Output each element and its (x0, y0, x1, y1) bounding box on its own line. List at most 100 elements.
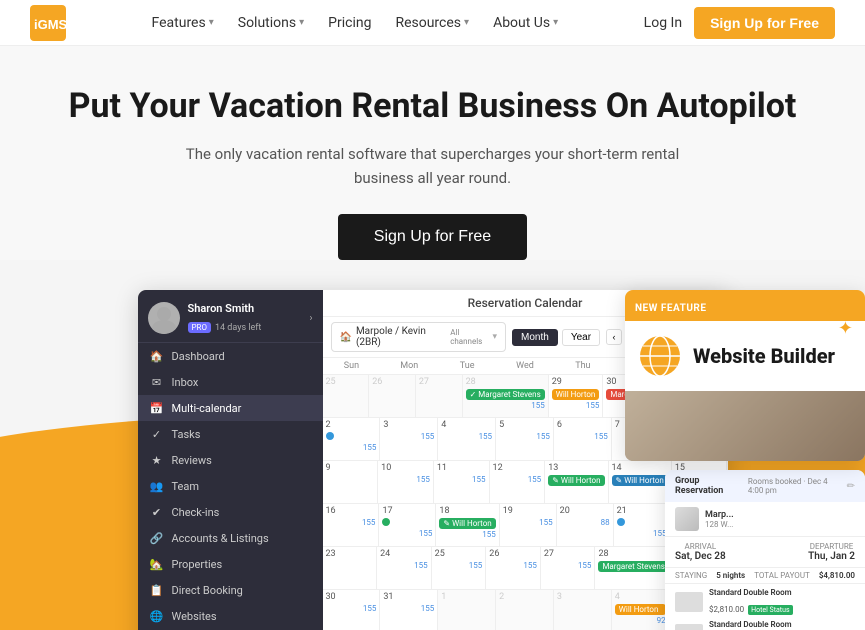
table-row[interactable]: 25 (323, 375, 370, 417)
event-bar[interactable]: Will Horton (615, 604, 666, 615)
table-row[interactable]: 2 (496, 590, 554, 630)
table-row[interactable]: 27 (416, 375, 463, 417)
chevron-right-icon: › (309, 313, 312, 324)
room-image (675, 592, 703, 612)
table-row[interactable]: 23 (323, 547, 378, 589)
table-row[interactable]: 3155 (380, 418, 438, 460)
table-row[interactable]: 4 Will Horton 92 (612, 590, 670, 630)
table-row[interactable]: 14 ✎ Will Horton (609, 461, 672, 503)
table-row[interactable]: 2 155 (323, 418, 381, 460)
event-bar[interactable]: Margaret Stevens (598, 561, 668, 572)
table-row[interactable]: 2088 (557, 504, 614, 546)
home-icon: 🏠 (340, 332, 352, 343)
hero-cta-button[interactable]: Sign Up for Free (338, 214, 527, 260)
chevron-down-icon: ▾ (299, 17, 304, 28)
location-bar[interactable]: 🏠 Marpole / Kevin (2BR) All channels ▾ (331, 322, 507, 352)
month-view-button[interactable]: Month (512, 329, 558, 346)
list-item: Standard Double Room $2,810.00 Hotel Sta… (675, 588, 855, 616)
table-row[interactable]: 1 (438, 590, 496, 630)
hero-subtitle: The only vacation rental software that s… (20, 142, 845, 190)
event-bar[interactable]: ✎ Will Horton (439, 518, 495, 529)
table-row[interactable]: 17 155 (379, 504, 436, 546)
sidebar-item-reviews[interactable]: ★ Reviews (138, 447, 323, 473)
table-row[interactable]: 27155 (541, 547, 596, 589)
table-row[interactable]: 31155 (380, 590, 438, 630)
table-row[interactable]: 24155 (377, 547, 432, 589)
table-row[interactable]: 29 Will Horton 155 (549, 375, 604, 417)
tasks-icon: ✓ (150, 427, 164, 441)
table-row[interactable]: 18 ✎ Will Horton 155 (436, 504, 499, 546)
sidebar-item-websites[interactable]: 🌐 Websites (138, 603, 323, 629)
sidebar-item-direct-booking[interactable]: 📋 Direct Booking (138, 577, 323, 603)
nav-about[interactable]: About Us ▾ (493, 15, 558, 31)
table-row[interactable]: 16155 (323, 504, 380, 546)
room-price: $2,810.00 (709, 605, 744, 614)
sidebar-item-properties[interactable]: 🏡 Properties (138, 551, 323, 577)
reservation-dates: ARRIVAL Sat, Dec 28 DEPARTURE Thu, Jan 2 (665, 537, 865, 568)
event-bar[interactable]: ✎ Will Horton (548, 475, 604, 486)
table-row[interactable]: 9 (323, 461, 379, 503)
property-image (675, 507, 699, 531)
sidebar-item-team[interactable]: 👥 Team (138, 473, 323, 499)
nav-links: Features ▾ Solutions ▾ Pricing Resources… (152, 15, 559, 31)
prev-month-button[interactable]: ‹ (606, 329, 622, 345)
table-row[interactable]: 10155 (378, 461, 434, 503)
event-bar[interactable]: ✎ Will Horton (612, 475, 668, 486)
sidebar-nav: 🏠 Dashboard ✉ Inbox 📅 Multi-calendar (138, 343, 323, 630)
properties-icon: 🏡 (150, 557, 164, 571)
table-row[interactable]: 25155 (432, 547, 487, 589)
sidebar-item-dashboard[interactable]: 🏠 Dashboard (138, 343, 323, 369)
table-row[interactable]: 28 ✓ Margaret Stevens 155 (463, 375, 549, 417)
table-row[interactable]: 13 ✎ Will Horton (545, 461, 608, 503)
table-row[interactable]: 11155 (434, 461, 490, 503)
accounts-icon: 🔗 (150, 531, 164, 545)
chevron-down-icon: ▾ (553, 17, 558, 28)
table-row[interactable]: 26 (369, 375, 416, 417)
avatar (148, 302, 180, 334)
sidebar-item-tasks[interactable]: ✓ Tasks (138, 421, 323, 447)
sidebar-item-label: Accounts & Listings (172, 532, 269, 545)
sidebar-item-checkins[interactable]: ✔ Check-ins (138, 499, 323, 525)
reservation-property: Marp... 128 W... (665, 502, 865, 537)
sidebar-item-accounts[interactable]: 🔗 Accounts & Listings (138, 525, 323, 551)
signup-button[interactable]: Sign Up for Free (694, 7, 835, 39)
table-row[interactable]: 3 (554, 590, 612, 630)
pro-badge: PRO (188, 322, 211, 333)
sidebar-item-label: Tasks (172, 428, 201, 441)
sparkle-icon: ✦ (838, 318, 853, 339)
total-label: TOTAL PAYOUT (754, 571, 810, 580)
team-icon: 👥 (150, 479, 164, 493)
event-bar[interactable]: ✓ Margaret Stevens (466, 389, 545, 400)
channels-label: All channels (450, 328, 488, 346)
table-row[interactable]: 19155 (500, 504, 557, 546)
table-row[interactable]: 5155 (496, 418, 554, 460)
table-row[interactable]: 26155 (486, 547, 541, 589)
day-thu: Thu (554, 358, 612, 374)
table-row[interactable]: 6155 (554, 418, 612, 460)
sidebar-item-multicalendar[interactable]: 📅 Multi-calendar (138, 395, 323, 421)
inbox-icon: ✉ (150, 375, 164, 389)
sidebar-profile: Sharon Smith PRO 14 days left › (138, 290, 323, 343)
table-row[interactable]: 21 155 (614, 504, 671, 546)
dashboard-icon: 🏠 (150, 349, 164, 363)
nav-pricing[interactable]: Pricing (328, 15, 371, 31)
sidebar-item-inbox[interactable]: ✉ Inbox (138, 369, 323, 395)
staying-label: STAYING (675, 571, 707, 580)
nav-solutions[interactable]: Solutions ▾ (238, 15, 304, 31)
year-view-button[interactable]: Year (562, 329, 600, 346)
nav-resources[interactable]: Resources ▾ (395, 15, 469, 31)
location-name: Marpole / Kevin (2BR) (356, 326, 442, 348)
event-bar[interactable]: Will Horton (552, 389, 600, 400)
sidebar-item-label: Direct Booking (172, 584, 243, 597)
logo-icon: iGMS (30, 5, 66, 41)
edit-icon[interactable]: ✏ (847, 481, 855, 492)
logo: iGMS (30, 5, 66, 41)
nav-features[interactable]: Features ▾ (152, 15, 214, 31)
table-row[interactable]: 12155 (490, 461, 546, 503)
table-row[interactable]: 28 Margaret Stevens (595, 547, 672, 589)
table-row[interactable]: 4155 (438, 418, 496, 460)
calendar-icon: 📅 (150, 401, 164, 415)
login-button[interactable]: Log In (644, 15, 682, 31)
table-row[interactable]: 30155 (323, 590, 381, 630)
profile-name: Sharon Smith (188, 302, 262, 315)
